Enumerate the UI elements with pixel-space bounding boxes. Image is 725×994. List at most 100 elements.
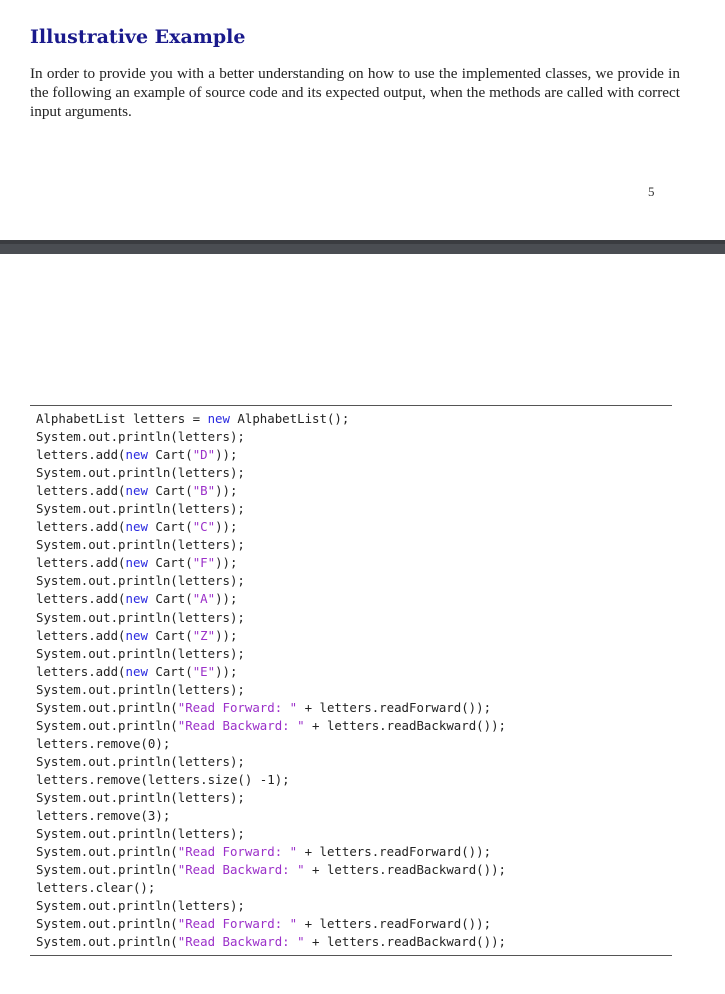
code-line: letters.remove(3); [30, 807, 672, 825]
code-token: letters.add( [36, 483, 126, 499]
code-keyword: new [125, 519, 148, 535]
code-line: System.out.println("Read Backward: " + l… [30, 861, 672, 879]
code-token: System.out.println( [36, 916, 178, 932]
intro-paragraph: In order to provide you with a better un… [30, 65, 680, 120]
code-token: )); [215, 483, 238, 499]
code-token: )); [215, 591, 238, 607]
code-token: System.out.println(letters); [36, 645, 245, 661]
code-token: letters.add( [36, 519, 126, 535]
code-line: letters.add(new Cart("Z")); [30, 627, 672, 645]
code-token: System.out.println(letters); [36, 753, 245, 769]
code-token: letters.remove(letters.size() -1); [36, 771, 290, 787]
code-keyword: new [207, 411, 230, 426]
code-token: Cart( [147, 555, 193, 571]
page-number: 5 [648, 184, 655, 199]
code-line: System.out.println("Read Backward: " + l… [30, 717, 672, 735]
code-token: System.out.println(letters); [36, 609, 245, 625]
code-token: System.out.println(letters); [36, 573, 245, 589]
code-line: letters.add(new Cart("F")); [30, 554, 672, 572]
code-token: Cart( [147, 591, 193, 607]
code-line: System.out.println(letters); [30, 609, 672, 627]
code-token: letters.add( [36, 663, 126, 679]
code-token: Cart( [147, 447, 193, 463]
code-token: )); [215, 627, 238, 643]
code-string: "Read Backward: " [177, 934, 305, 950]
code-token: )); [215, 663, 238, 679]
code-token: System.out.println( [36, 699, 178, 715]
code-line: AlphabetList letters = new AlphabetList(… [30, 410, 672, 428]
code-token: System.out.println(letters); [36, 681, 245, 697]
code-token: Cart( [147, 627, 193, 643]
code-line: System.out.println(letters); [30, 572, 672, 590]
code-string: "D" [192, 447, 216, 463]
code-keyword: new [125, 627, 148, 643]
code-string: "Read Backward: " [177, 862, 305, 878]
code-token: System.out.println( [36, 862, 178, 878]
code-string: "Read Forward: " [177, 699, 298, 715]
code-token: Cart( [147, 519, 193, 535]
code-string: "F" [192, 555, 216, 571]
code-token: System.out.println(letters); [36, 826, 245, 842]
code-line: System.out.println("Read Forward: " + le… [30, 699, 672, 717]
code-string: "Read Backward: " [177, 717, 305, 733]
code-token: + letters.readForward()); [297, 844, 492, 860]
code-token: System.out.println( [36, 844, 178, 860]
code-token: System.out.println(letters); [36, 501, 245, 517]
code-token: letters.add( [36, 447, 126, 463]
code-string: "Read Forward: " [177, 916, 298, 932]
code-string: "E" [192, 663, 216, 679]
code-string: "C" [192, 519, 216, 535]
code-line: System.out.println(letters); [30, 825, 672, 843]
code-token: letters.remove(0); [36, 735, 171, 751]
code-line: System.out.println(letters); [30, 753, 672, 771]
code-token: AlphabetList(); [229, 411, 350, 426]
code-string: "Z" [192, 627, 216, 643]
code-keyword: new [125, 663, 148, 679]
code-line: System.out.println(letters); [30, 897, 672, 915]
code-line: letters.clear(); [30, 879, 672, 897]
code-line: System.out.println(letters); [30, 500, 672, 518]
code-line: letters.remove(letters.size() -1); [30, 771, 672, 789]
code-string: "A" [192, 591, 216, 607]
code-token: + letters.readForward()); [297, 699, 492, 715]
code-token: + letters.readForward()); [297, 916, 492, 932]
code-line: System.out.println("Read Forward: " + le… [30, 843, 672, 861]
code-token: + letters.readBackward()); [304, 717, 506, 733]
code-keyword: new [125, 555, 148, 571]
code-token: System.out.println(letters); [36, 789, 245, 805]
code-line: System.out.println(letters); [30, 536, 672, 554]
code-line: letters.add(new Cart("B")); [30, 482, 672, 500]
code-line: letters.add(new Cart("C")); [30, 518, 672, 536]
code-token: System.out.println(letters); [36, 465, 245, 481]
code-token: letters.remove(3); [36, 808, 171, 824]
code-keyword: new [125, 591, 148, 607]
code-token: + letters.readBackward()); [304, 862, 506, 878]
code-token: letters.add( [36, 627, 126, 643]
code-line: letters.add(new Cart("D")); [30, 446, 672, 464]
code-token: + letters.readBackward()); [304, 934, 506, 950]
code-line: System.out.println(letters); [30, 464, 672, 482]
code-token: System.out.println( [36, 934, 178, 950]
code-token: System.out.println(letters); [36, 429, 245, 445]
code-token: )); [215, 519, 238, 535]
code-token: )); [215, 447, 238, 463]
code-string: "B" [192, 483, 216, 499]
code-listing: AlphabetList letters = new AlphabetList(… [30, 405, 672, 957]
code-line: System.out.println(letters); [30, 645, 672, 663]
code-line: letters.remove(0); [30, 735, 672, 753]
code-line: letters.add(new Cart("A")); [30, 590, 672, 608]
code-token: letters.clear(); [36, 880, 156, 896]
page-top: Illustrative Example In order to provide… [0, 0, 725, 240]
code-line: System.out.println("Read Forward: " + le… [30, 915, 672, 933]
code-keyword: new [125, 447, 148, 463]
code-line: letters.add(new Cart("E")); [30, 663, 672, 681]
code-token: System.out.println(letters); [36, 898, 245, 914]
code-line: System.out.println(letters); [30, 789, 672, 807]
code-string: "Read Forward: " [177, 844, 298, 860]
code-token: letters.add( [36, 591, 126, 607]
code-line: System.out.println(letters); [30, 428, 672, 446]
code-token: Cart( [147, 483, 193, 499]
section-heading: Illustrative Example [30, 26, 246, 48]
code-token: System.out.println( [36, 717, 178, 733]
code-token: System.out.println(letters); [36, 537, 245, 553]
